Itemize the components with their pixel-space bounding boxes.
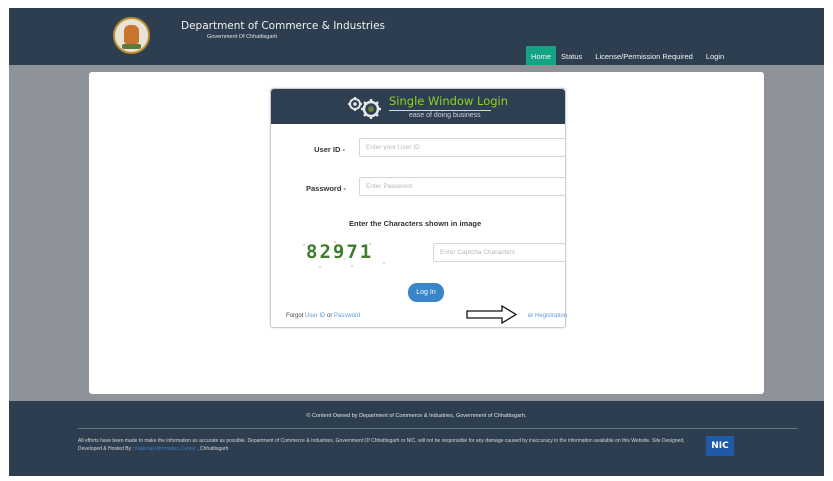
password-input[interactable] [359,177,566,196]
footer-ownership: © Content Owned by Department of Commerc… [306,413,527,419]
nav-status[interactable]: Status [556,46,587,65]
disclaimer-end: , Chhattisgarh [195,446,229,452]
login-title: Single Window Login [389,94,509,108]
footer-divider [78,428,798,429]
captcha-caption: Enter the Characters shown in image [349,219,482,228]
captcha-image: 82971 [300,239,390,271]
arrow-icon [466,305,518,324]
password-label: Password - [305,184,346,193]
nic-link[interactable]: National Informatics Center [135,446,196,452]
nic-logo: NIC [706,436,734,456]
login-header: Single Window Login ease of doing busine… [271,89,565,124]
title-underline [389,110,491,111]
login-button[interactable]: Log In [408,283,444,302]
forgot-links: Forgot User ID or Password [286,313,360,319]
gear-icon [348,97,381,119]
registration-link[interactable]: er Registration [512,313,567,319]
nav-license-permission[interactable]: License/Permission Required [587,46,698,65]
emblem-icon [113,17,150,54]
forgot-prefix: Forgot [286,313,306,319]
nav-home[interactable]: Home [526,46,557,65]
login-tagline: ease of doing business [409,112,481,119]
forgot-password-link[interactable]: Password [334,313,360,319]
department-subtitle: Government Of Chhattisgarh [207,34,278,40]
user-id-input[interactable] [359,138,566,157]
main-nav: Home Status License/Permission Required … [526,46,729,65]
department-title: Department of Commerce & Industries [181,20,386,32]
site-header: Department of Commerce & Industries Gove… [9,8,824,65]
forgot-or: or [325,313,335,319]
forgot-user-id-link[interactable]: User ID [305,313,325,319]
footer-disclaimer: All efforts have been made to make the i… [78,437,698,453]
user-id-label: User ID - [314,145,345,154]
site-footer: © Content Owned by Department of Commerc… [9,401,824,476]
captcha-characters: 82971 [306,241,374,263]
captcha-input[interactable] [433,243,566,262]
nav-login[interactable]: Login [698,46,729,65]
